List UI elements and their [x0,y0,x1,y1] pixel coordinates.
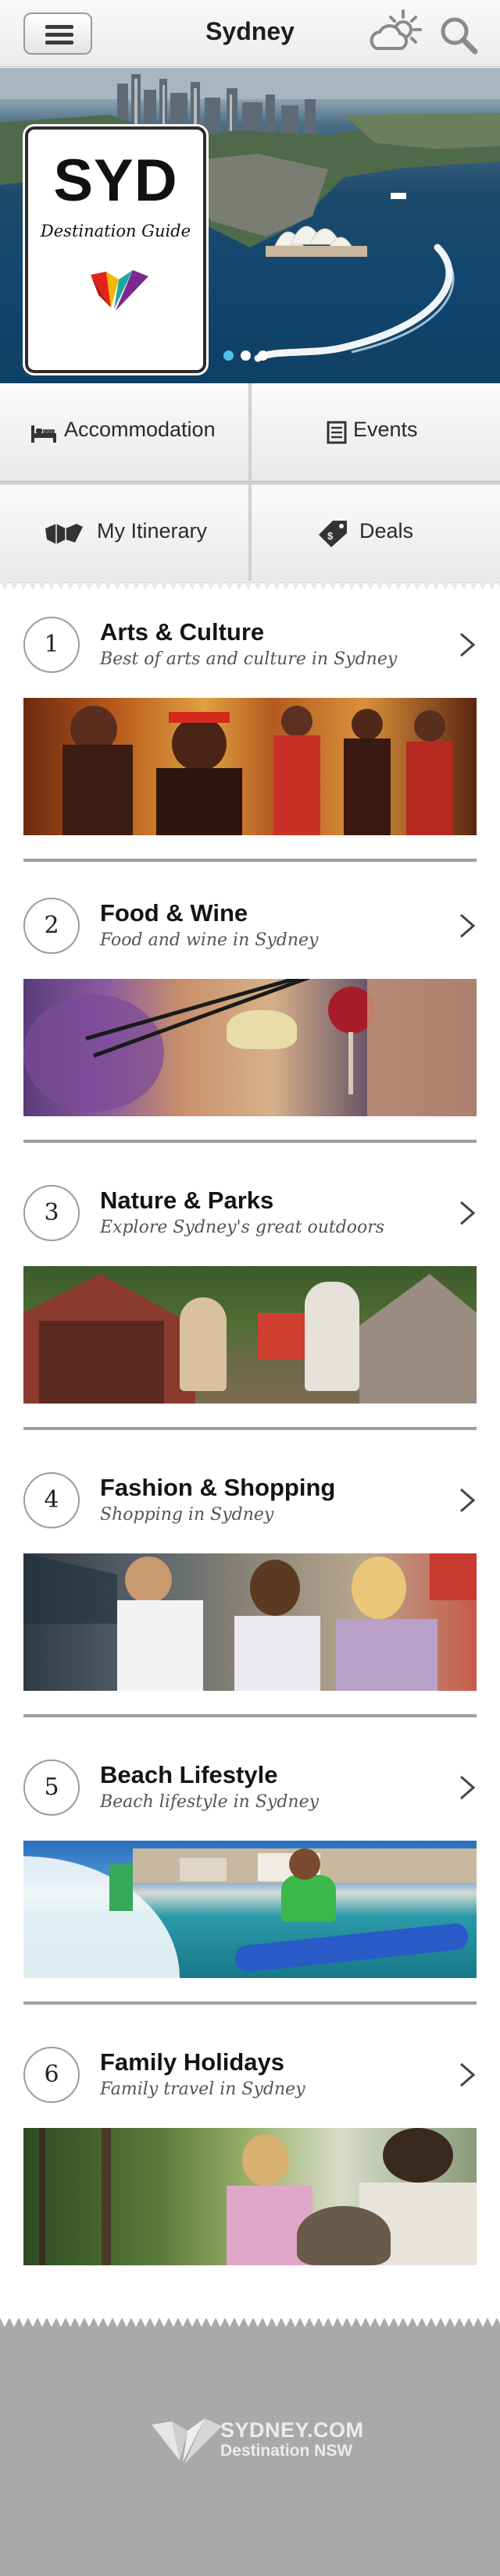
list-item-header[interactable]: 6 Family Holidays Family travel in Sydne… [23,2041,477,2109]
chevron-right-icon [460,913,476,938]
deals-button[interactable]: $ Deals [252,485,500,583]
item-subtitle: Shopping in Sydney [100,1505,274,1525]
bed-icon [31,425,56,443]
item-number-badge: 2 [23,898,80,954]
list-item-nature-parks[interactable]: 3 Nature & Parks Explore Sydney's great … [0,1179,500,1460]
chevron-right-icon [460,2062,476,2087]
calendar-list-icon [327,421,347,444]
list-item-food-wine[interactable]: 2 Food & Wine Food and wine in Sydney [0,891,500,1172]
arts-culture-photo[interactable] [23,698,477,835]
item-number-badge: 6 [23,2047,80,2103]
item-subtitle: Best of arts and culture in Sydney [100,649,398,669]
item-subtitle: Explore Sydney's great outdoors [100,1218,385,1237]
deals-label: Deals [359,519,414,543]
footer: SYDNEY.COM Destination NSW [0,2318,500,2576]
section-divider [23,2001,477,2005]
events-button[interactable]: Events [252,383,500,482]
item-number-badge: 1 [23,617,80,673]
badge-subtitle: Destination Guide [40,222,191,240]
item-subtitle: Beach lifestyle in Sydney [100,1792,320,1812]
list-item-header[interactable]: 3 Nature & Parks Explore Sydney's great … [23,1179,477,1247]
item-title: Family Holidays [100,2048,285,2076]
beach-lifestyle-photo[interactable] [23,1841,477,1978]
carousel-dot-2[interactable] [241,350,251,361]
item-title: Arts & Culture [100,618,265,646]
map-icon [45,524,83,544]
item-title: Fashion & Shopping [100,1474,336,1501]
list-item-header[interactable]: 2 Food & Wine Food and wine in Sydney [23,891,477,960]
hero-carousel[interactable]: SYD Destination Guide [0,68,500,383]
chevron-right-icon [460,1488,476,1513]
section-divider [23,859,477,862]
item-title: Nature & Parks [100,1187,274,1214]
list-item-family-holidays[interactable]: 6 Family Holidays Family travel in Sydne… [0,2041,500,2322]
top-bar: Sydney [0,0,500,67]
sydney-com-logo-icon[interactable] [148,2411,223,2467]
svg-text:$: $ [327,530,334,542]
footer-subtitle: Destination NSW [220,2442,353,2460]
my-itinerary-button[interactable]: My Itinerary [0,485,248,583]
list-item-header[interactable]: 5 Beach Lifestyle Beach lifestyle in Syd… [23,1753,477,1822]
accommodation-button[interactable]: Accommodation [0,383,248,482]
family-holidays-photo[interactable] [23,2128,477,2265]
item-number-badge: 3 [23,1185,80,1241]
list-item-header[interactable]: 4 Fashion & Shopping Shopping in Sydney [23,1466,477,1535]
search-icon[interactable] [438,14,480,56]
footer-brand[interactable]: SYDNEY.COM [220,2418,364,2443]
fashion-shopping-photo[interactable] [23,1553,477,1691]
section-divider [23,1714,477,1717]
accommodation-label: Accommodation [64,418,216,441]
item-subtitle: Food and wine in Sydney [100,930,319,950]
zigzag-edge [0,581,500,590]
item-number-badge: 5 [23,1759,80,1816]
section-divider [23,1140,477,1143]
quick-nav-grid: Accommodation Events My Itinerary $ Deal… [0,383,500,583]
chevron-right-icon [460,1775,476,1800]
nature-parks-photo[interactable] [23,1266,477,1404]
nsw-waratah-logo-icon [91,270,148,311]
item-title: Beach Lifestyle [100,1761,278,1788]
events-label: Events [353,418,418,441]
list-item-arts-culture[interactable]: 1 Arts & Culture Best of arts and cultur… [0,610,500,891]
list-item-fashion-shopping[interactable]: 4 Fashion & Shopping Shopping in Sydney [0,1466,500,1747]
chevron-right-icon [460,1201,476,1226]
carousel-dot-1[interactable] [223,350,234,361]
food-wine-photo[interactable] [23,979,477,1116]
list-item-beach-lifestyle[interactable]: 5 Beach Lifestyle Beach lifestyle in Syd… [0,1753,500,2034]
my-itinerary-label: My Itinerary [97,519,208,543]
destination-guide-badge: SYD Destination Guide [25,126,206,373]
list-item-header[interactable]: 1 Arts & Culture Best of arts and cultur… [23,610,477,679]
section-divider [23,1427,477,1430]
menu-button[interactable] [23,12,92,55]
footer-zigzag-edge [0,2318,500,2327]
chevron-right-icon [460,632,476,657]
carousel-dot-3[interactable] [258,350,268,361]
item-subtitle: Family travel in Sydney [100,2080,305,2099]
item-number-badge: 4 [23,1472,80,1528]
weather-icon[interactable] [369,8,422,59]
item-title: Food & Wine [100,899,248,927]
price-tag-icon: $ [319,521,347,547]
badge-title: SYD [53,148,178,214]
